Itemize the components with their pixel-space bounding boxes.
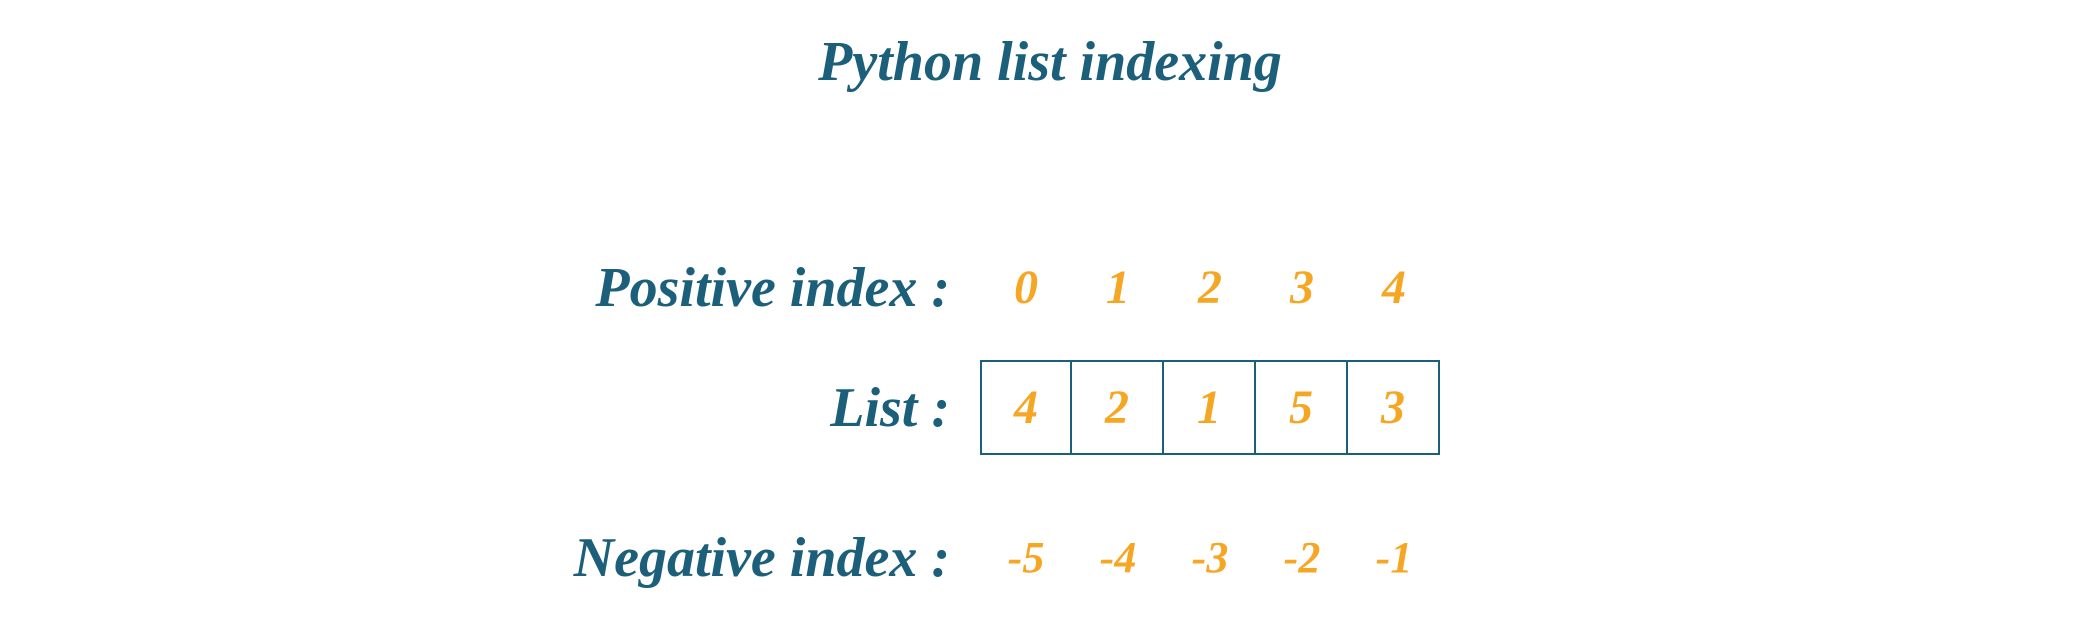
list-value: 2 (1072, 360, 1164, 455)
row-list: List : 4 2 1 5 3 (0, 360, 2100, 455)
negative-index-value: -5 (980, 510, 1072, 605)
positive-index-label: Positive index : (0, 256, 980, 320)
list-cells: 4 2 1 5 3 (980, 360, 1440, 455)
list-label: List : (0, 376, 980, 440)
row-positive-index: Positive index : 0 1 2 3 4 (0, 240, 2100, 335)
negative-index-value: -2 (1256, 510, 1348, 605)
negative-index-label: Negative index : (0, 526, 980, 590)
row-negative-index: Negative index : -5 -4 -3 -2 -1 (0, 510, 2100, 605)
negative-index-value: -1 (1348, 510, 1440, 605)
positive-index-value: 3 (1256, 240, 1348, 335)
negative-index-value: -3 (1164, 510, 1256, 605)
list-value: 4 (980, 360, 1072, 455)
positive-index-cells: 0 1 2 3 4 (980, 240, 1440, 335)
negative-index-value: -4 (1072, 510, 1164, 605)
positive-index-value: 4 (1348, 240, 1440, 335)
negative-index-cells: -5 -4 -3 -2 -1 (980, 510, 1440, 605)
positive-index-value: 1 (1072, 240, 1164, 335)
list-value: 5 (1256, 360, 1348, 455)
diagram-title: Python list indexing (818, 30, 1282, 94)
positive-index-value: 0 (980, 240, 1072, 335)
positive-index-value: 2 (1164, 240, 1256, 335)
list-value: 3 (1348, 360, 1440, 455)
list-value: 1 (1164, 360, 1256, 455)
